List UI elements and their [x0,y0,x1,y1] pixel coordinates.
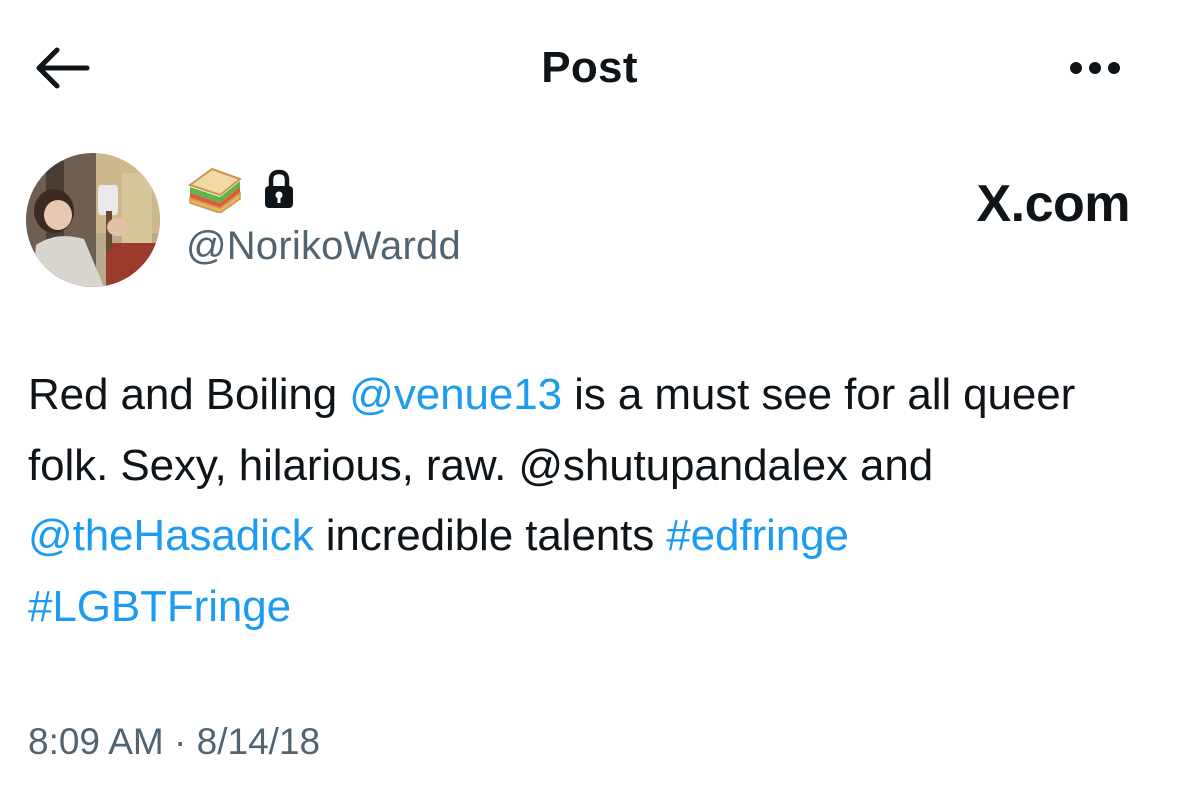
hashtag-link[interactable]: #LGBTFringe [28,582,291,631]
post-text-segment: Red and Boiling [28,370,350,419]
more-options-button[interactable] [1060,44,1130,92]
mention-link[interactable]: @theHasadick [28,511,314,560]
more-horizontal-icon [1070,62,1120,74]
hashtag-link[interactable]: #edfringe [666,511,849,560]
mention-link[interactable]: @venue13 [349,370,562,419]
user-handle[interactable]: @NorikoWardd [186,220,461,272]
brand-watermark: X.com [976,175,1130,233]
sandwich-emoji-icon [186,165,244,214]
page-title: Post [541,43,638,92]
top-bar: Post [0,0,1179,135]
post-text: Red and Boiling @venue13 is a must see f… [28,360,1158,642]
post-timestamp[interactable]: 8:09 AM · 8/14/18 [28,716,320,768]
lock-icon [262,167,296,211]
post-text-segment: incredible talents [313,511,667,560]
display-name[interactable] [186,165,296,214]
avatar[interactable] [26,153,160,287]
